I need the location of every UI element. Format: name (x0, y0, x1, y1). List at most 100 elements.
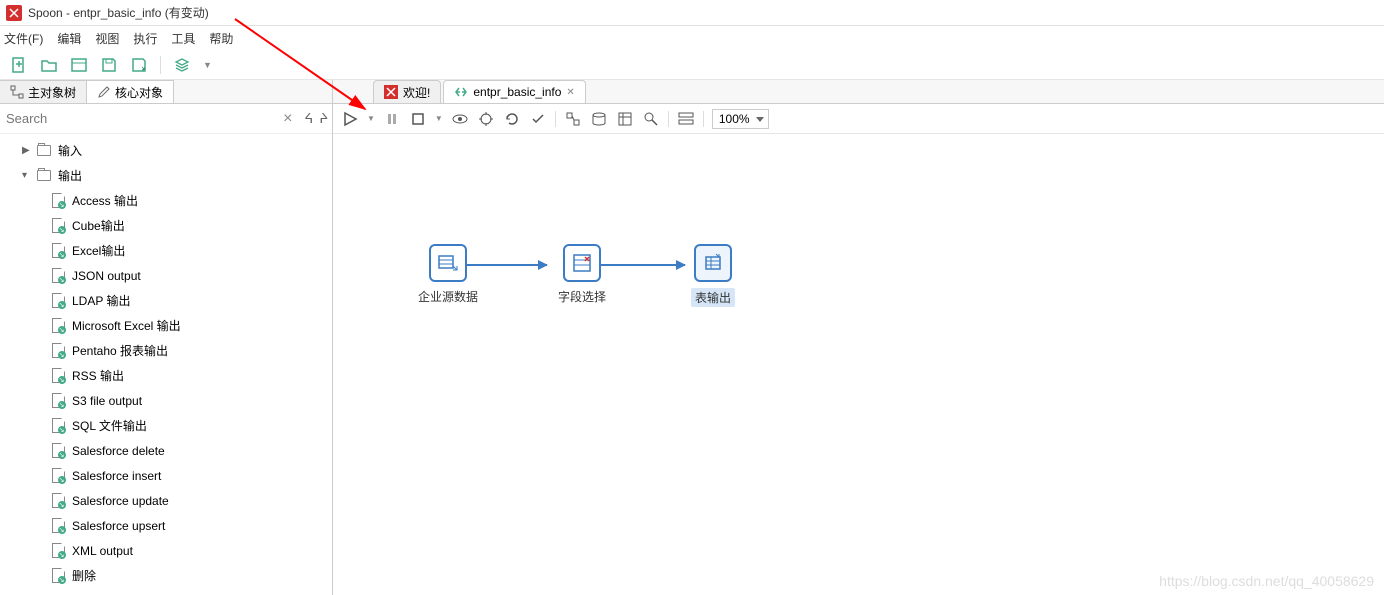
step-select-values[interactable]: 字段选择 (558, 244, 606, 305)
tab-transformation[interactable]: entpr_basic_info ✕ (443, 80, 585, 103)
tree-label: Salesforce insert (72, 469, 161, 483)
pencil-icon (97, 85, 111, 99)
tree-item[interactable]: ↘Excel输出 (0, 238, 332, 263)
search-clear-icon[interactable]: × (277, 110, 298, 128)
tree-item[interactable]: ↘Salesforce update (0, 488, 332, 513)
menu-help[interactable]: 帮助 (209, 30, 233, 47)
step-file-icon: ↘ (50, 268, 66, 284)
tree-label: Access 输出 (72, 192, 138, 209)
step-table-output[interactable]: 表输出 (691, 244, 735, 307)
replay-icon[interactable] (503, 110, 521, 128)
explore-db-icon[interactable] (616, 110, 634, 128)
separator (160, 56, 161, 74)
step-file-icon: ↘ (50, 193, 66, 209)
tree-folder-output[interactable]: ▾ 输出 (0, 163, 332, 188)
step-file-icon: ↘ (50, 493, 66, 509)
separator (703, 111, 704, 127)
tree-item[interactable]: ↘Microsoft Excel 输出 (0, 313, 332, 338)
sql-icon[interactable] (590, 110, 608, 128)
step-file-icon: ↘ (50, 443, 66, 459)
sidebar-tab-label: 主对象树 (28, 84, 76, 101)
menu-run[interactable]: 执行 (133, 30, 157, 47)
hop[interactable] (597, 264, 685, 266)
step-label: 字段选择 (558, 288, 606, 305)
dropdown-icon[interactable]: ▼ (367, 114, 375, 123)
tree-item[interactable]: ↘ Access 输出 (0, 188, 332, 213)
step-file-icon: ↘ (50, 418, 66, 434)
tree-item[interactable]: ↘XML output (0, 538, 332, 563)
new-icon[interactable] (10, 56, 28, 74)
tree-label: Salesforce upsert (72, 519, 165, 533)
verify-icon[interactable] (529, 110, 547, 128)
folder-icon (36, 143, 52, 159)
tree-label: Excel输出 (72, 242, 125, 259)
tree-folder-input[interactable]: ▶ 输入 (0, 138, 332, 163)
tree-item[interactable]: ↘删除 (0, 563, 332, 588)
sidebar-tab-core-objects[interactable]: 核心对象 (87, 80, 174, 103)
tree-label: 输入 (58, 142, 82, 159)
arrow-icon (676, 260, 686, 270)
show-results-icon[interactable] (677, 110, 695, 128)
step-file-icon: ↘ (50, 368, 66, 384)
close-icon[interactable]: ✕ (566, 87, 574, 98)
tree-label: Microsoft Excel 输出 (72, 317, 181, 334)
analyse-icon[interactable] (642, 110, 660, 128)
debug-icon[interactable] (477, 110, 495, 128)
step-file-icon: ↘ (50, 568, 66, 584)
step-file-icon: ↘ (50, 393, 66, 409)
tree-label: LDAP 输出 (72, 292, 130, 309)
tree-label: 输出 (58, 167, 82, 184)
menu-edit[interactable]: 编辑 (57, 30, 81, 47)
step-table-input[interactable]: 企业源数据 (418, 244, 478, 305)
save-icon[interactable] (100, 56, 118, 74)
content-area: 欢迎! entpr_basic_info ✕ ▼ ▼ (333, 80, 1384, 595)
main-toolbar: ▼ (0, 50, 1384, 80)
canvas[interactable]: 企业源数据 字段选择 表输出 (333, 134, 1384, 595)
tree-item[interactable]: ↘S3 file output (0, 388, 332, 413)
dropdown-icon[interactable]: ▼ (435, 114, 443, 123)
tree-label: Salesforce delete (72, 444, 165, 458)
titlebar: Spoon - entpr_basic_info (有变动) (0, 0, 1384, 26)
arrow-icon (538, 260, 548, 270)
zoom-select[interactable]: 100% (712, 109, 769, 129)
expand-all-icon[interactable]: ᔦ (304, 110, 313, 127)
tree-item[interactable]: ↘RSS 输出 (0, 363, 332, 388)
menu-view[interactable]: 视图 (95, 30, 119, 47)
welcome-icon (384, 85, 398, 99)
zoom-value: 100% (719, 112, 750, 126)
sidebar-tab-main-tree[interactable]: 主对象树 (0, 80, 87, 103)
preview-icon[interactable] (451, 110, 469, 128)
explore-icon[interactable] (70, 56, 88, 74)
tree-item[interactable]: ↘ Salesforce insert (0, 463, 332, 488)
menu-file[interactable]: 文件(F) (4, 30, 43, 47)
step-file-icon: ↘ (50, 468, 66, 484)
canvas-toolbar: ▼ ▼ 100% (333, 104, 1384, 134)
tree-item[interactable]: ↘ Salesforce delete (0, 438, 332, 463)
tree-item[interactable]: ↘LDAP 输出 (0, 288, 332, 313)
tree-item[interactable]: ↘Salesforce upsert (0, 513, 332, 538)
content-tabs: 欢迎! entpr_basic_info ✕ (333, 80, 1384, 104)
tree-item[interactable]: ↘JSON output (0, 263, 332, 288)
chevron-down-icon: ▾ (22, 170, 36, 181)
run-icon[interactable] (341, 110, 359, 128)
separator (668, 111, 669, 127)
menu-tools[interactable]: 工具 (171, 30, 195, 47)
saveas-icon[interactable] (130, 56, 148, 74)
folder-icon (36, 168, 52, 184)
stop-icon[interactable] (409, 110, 427, 128)
impact-icon[interactable] (564, 110, 582, 128)
dropdown-icon[interactable]: ▼ (203, 60, 212, 70)
tree-label: Cube输出 (72, 217, 125, 234)
search-input[interactable] (4, 107, 271, 130)
tab-welcome[interactable]: 欢迎! (373, 80, 441, 103)
tree-item[interactable]: ↘SQL 文件输出 (0, 413, 332, 438)
tree-item[interactable]: ↘Cube输出 (0, 213, 332, 238)
step-file-icon: ↘ (50, 343, 66, 359)
perspective-icon[interactable] (173, 56, 191, 74)
pause-icon[interactable] (383, 110, 401, 128)
collapse-all-icon[interactable]: ᔨ (319, 110, 328, 127)
open-icon[interactable] (40, 56, 58, 74)
separator (555, 111, 556, 127)
sidebar-tab-label: 核心对象 (115, 84, 163, 101)
tree-item[interactable]: ↘Pentaho 报表输出 (0, 338, 332, 363)
